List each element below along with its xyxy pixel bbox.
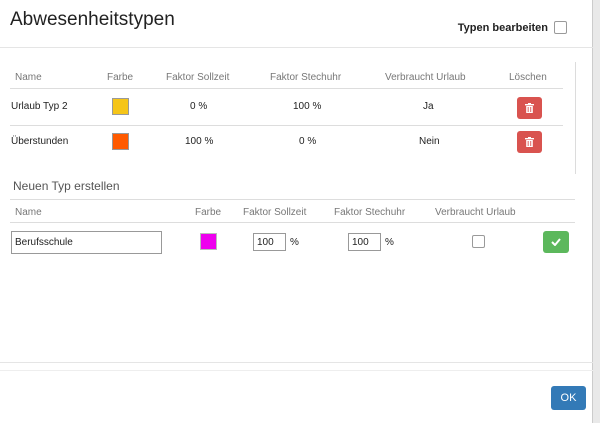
new-header-color: Farbe <box>195 207 222 218</box>
header-name: Name <box>15 72 42 83</box>
new-header-verbraucht-urlaub: Verbraucht Urlaub <box>435 207 516 218</box>
row-2-delete-button[interactable] <box>517 131 542 153</box>
dialog-header: Abwesenheitstypen Typen bearbeiten <box>0 0 593 48</box>
header-delete: Löschen <box>509 72 547 83</box>
trash-icon <box>525 137 534 147</box>
edit-types-label: Typen bearbeiten <box>457 21 548 34</box>
header-verbraucht-urlaub: Verbraucht Urlaub <box>385 72 466 83</box>
new-header-faktor-sollzeit: Faktor Sollzeit <box>243 207 307 218</box>
row-2-faktor-stechuhr: 0 % <box>299 136 317 147</box>
row-1-faktor-sollzeit: 0 % <box>190 101 208 112</box>
trash-icon <box>525 103 534 113</box>
new-header-divider <box>10 222 575 223</box>
new-verbraucht-urlaub-checkbox[interactable] <box>472 235 485 248</box>
absence-types-dialog: Abwesenheitstypen Typen bearbeiten Name … <box>0 0 593 423</box>
header-divider <box>10 88 563 89</box>
create-type-button[interactable] <box>543 231 569 253</box>
row-1-faktor-stechuhr: 100 % <box>293 101 322 112</box>
row-1-color-swatch[interactable] <box>112 98 129 115</box>
ok-button[interactable]: OK <box>551 386 586 410</box>
new-type-name-input[interactable] <box>11 231 162 254</box>
new-header-name: Name <box>15 207 42 218</box>
row-2-name: Überstunden <box>11 136 69 147</box>
row-divider <box>10 125 563 126</box>
row-1-delete-button[interactable] <box>517 97 542 119</box>
footer-divider-2 <box>0 370 593 371</box>
new-type-section-title: Neuen Typ erstellen <box>13 179 120 193</box>
new-header-faktor-stechuhr: Faktor Stechuhr <box>334 207 406 218</box>
row-1-name: Urlaub Typ 2 <box>11 101 68 112</box>
header-color: Farbe <box>107 72 134 83</box>
row-2-verbraucht-urlaub: Nein <box>419 136 440 147</box>
row-2-color-swatch[interactable] <box>112 133 129 150</box>
check-icon <box>551 238 561 246</box>
row-2-faktor-sollzeit: 100 % <box>185 136 214 147</box>
new-faktor-stechuhr-input[interactable] <box>348 233 381 251</box>
sollzeit-percent-sign: % <box>290 237 299 248</box>
row-1-verbraucht-urlaub: Ja <box>423 101 434 112</box>
header-faktor-sollzeit: Faktor Sollzeit <box>166 72 230 83</box>
stechuhr-percent-sign: % <box>385 237 394 248</box>
new-type-color-swatch[interactable] <box>200 233 217 250</box>
dialog-title: Abwesenheitstypen <box>10 9 175 30</box>
edit-types-checkbox[interactable] <box>554 21 567 34</box>
footer-divider <box>0 362 593 363</box>
new-faktor-sollzeit-input[interactable] <box>253 233 286 251</box>
edit-types-toggle[interactable]: Typen bearbeiten <box>458 21 567 34</box>
section-divider <box>10 199 575 200</box>
header-faktor-stechuhr: Faktor Stechuhr <box>270 72 342 83</box>
